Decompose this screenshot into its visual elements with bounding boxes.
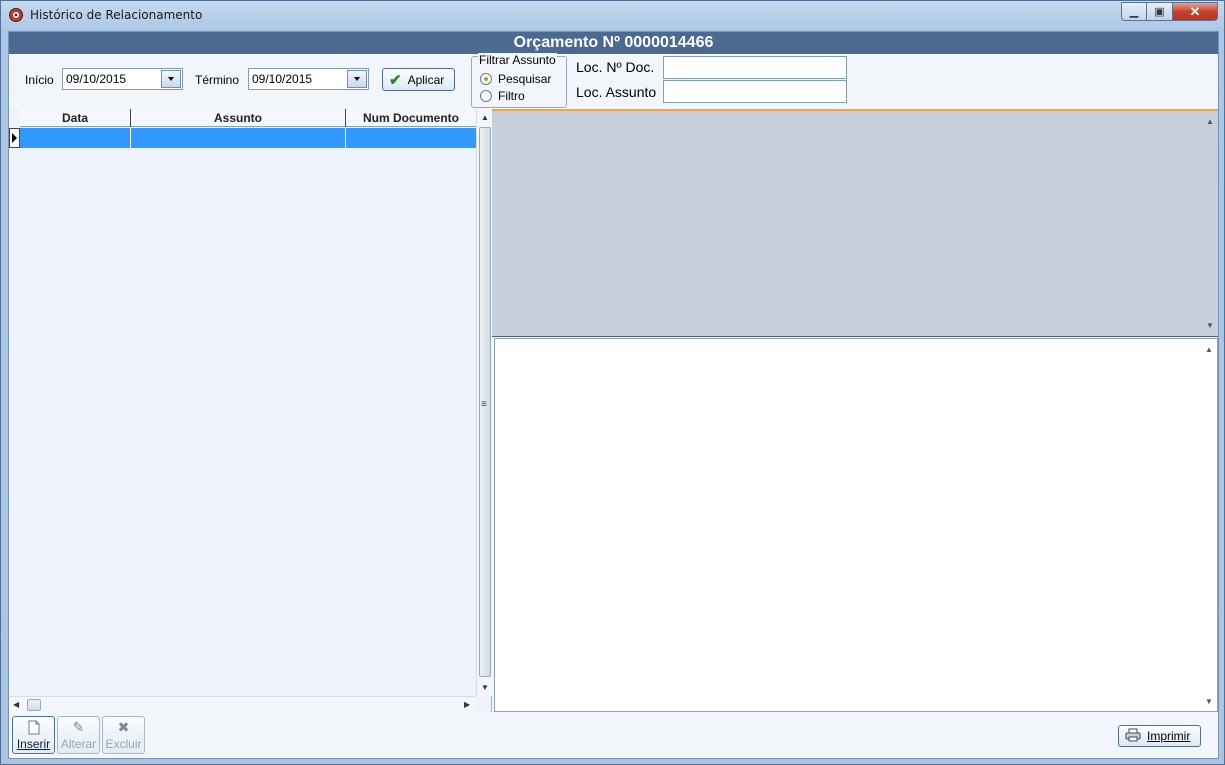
grid-horizontal-scrollbar[interactable]: ◀ ▶ bbox=[9, 696, 476, 712]
excluir-label: Excluir bbox=[105, 737, 142, 751]
inicio-label: Início bbox=[25, 73, 54, 87]
edit-pencil-icon: ✎ bbox=[72, 718, 85, 735]
table-cell[interactable] bbox=[20, 128, 131, 148]
maximize-icon: ▣ bbox=[1154, 6, 1165, 18]
inicio-date-value: 09/10/2015 bbox=[66, 72, 127, 86]
minimize-button[interactable]: ▁ bbox=[1121, 2, 1147, 21]
maximize-button[interactable]: ▣ bbox=[1147, 2, 1173, 21]
calendar-dropdown-icon[interactable] bbox=[161, 70, 181, 88]
group-title: Filtrar Assunto bbox=[478, 53, 557, 67]
grid-header: Data Assunto Num Documento bbox=[20, 109, 476, 127]
inserir-button[interactable]: Inserir bbox=[12, 716, 55, 754]
detail-text-pane[interactable]: ▲ ▼ bbox=[494, 338, 1218, 712]
grip-icon: ≡ bbox=[481, 399, 487, 410]
scroll-up-icon[interactable]: ▲ bbox=[1206, 117, 1214, 126]
scroll-down-icon[interactable]: ▼ bbox=[481, 683, 489, 692]
imprimir-label: Imprimir bbox=[1147, 729, 1191, 743]
inicio-date-field[interactable]: 09/10/2015 bbox=[62, 68, 183, 90]
history-grid[interactable]: Data Assunto Num Documento ▲ ≡ ▼ ◀ ▶ bbox=[9, 109, 492, 712]
table-cell[interactable] bbox=[131, 128, 346, 148]
row-indicator-icon bbox=[9, 128, 20, 148]
loc-doc-label: Loc. Nº Doc. bbox=[576, 59, 655, 75]
window-title: Histórico de Relacionamento bbox=[30, 8, 203, 22]
scroll-down-icon[interactable]: ▼ bbox=[1205, 697, 1213, 706]
alterar-label: Alterar bbox=[60, 737, 97, 751]
termino-date-field[interactable]: 09/10/2015 bbox=[248, 68, 369, 90]
filtrar-assunto-group: Filtrar Assunto Pesquisar Filtro bbox=[471, 53, 567, 108]
grid-vertical-scrollbar[interactable]: ▲ ≡ ▼ bbox=[476, 109, 492, 696]
termino-date-value: 09/10/2015 bbox=[252, 72, 313, 86]
bottom-toolbar: Inserir ✎ Alterar ✖ Excluir Imprimir bbox=[9, 712, 1218, 758]
scroll-thumb[interactable] bbox=[27, 699, 41, 711]
radio-pesquisar-label: Pesquisar bbox=[498, 72, 552, 86]
client-area: Orçamento Nº 0000014466 Início 09/10/201… bbox=[8, 31, 1219, 759]
loc-doc-input[interactable] bbox=[663, 56, 847, 79]
table-row[interactable] bbox=[9, 128, 476, 148]
detail-header-pane[interactable]: ▲ ▼ bbox=[492, 109, 1218, 337]
aplicar-button[interactable]: ✔ Aplicar bbox=[382, 68, 455, 91]
new-document-icon bbox=[28, 717, 40, 737]
printer-icon bbox=[1125, 728, 1141, 745]
imprimir-button[interactable]: Imprimir bbox=[1118, 725, 1201, 747]
calendar-dropdown-icon[interactable] bbox=[347, 70, 367, 88]
column-header-num-documento[interactable]: Num Documento bbox=[346, 109, 476, 127]
minimize-icon: ▁ bbox=[1129, 6, 1139, 18]
radio-filtro-label: Filtro bbox=[498, 89, 525, 103]
title-bar[interactable]: Histórico de Relacionamento ▁ ▣ ✕ bbox=[1, 1, 1224, 30]
radio-unselected-icon bbox=[480, 90, 492, 102]
column-header-data[interactable]: Data bbox=[20, 109, 131, 127]
close-icon: ✕ bbox=[1189, 3, 1201, 19]
loc-assunto-label: Loc. Assunto bbox=[576, 84, 657, 100]
pane-scrollbar[interactable]: ▲ ▼ bbox=[1201, 339, 1217, 711]
scroll-left-icon[interactable]: ◀ bbox=[13, 700, 19, 709]
app-window: Histórico de Relacionamento ▁ ▣ ✕ Orçame… bbox=[0, 0, 1225, 765]
radio-pesquisar[interactable]: Pesquisar bbox=[480, 72, 551, 86]
termino-label: Término bbox=[195, 73, 240, 87]
scroll-right-icon[interactable]: ▶ bbox=[464, 700, 470, 709]
inserir-label: Inserir bbox=[16, 737, 51, 751]
radio-selected-icon bbox=[480, 73, 492, 85]
loc-assunto-input[interactable] bbox=[663, 80, 847, 103]
alterar-button[interactable]: ✎ Alterar bbox=[57, 716, 100, 754]
app-icon bbox=[9, 8, 23, 22]
scroll-up-icon[interactable]: ▲ bbox=[1205, 345, 1213, 354]
scroll-down-icon[interactable]: ▼ bbox=[1206, 321, 1214, 330]
page-title: Orçamento Nº 0000014466 bbox=[9, 32, 1218, 54]
scroll-up-icon[interactable]: ▲ bbox=[481, 113, 489, 122]
aplicar-label: Aplicar bbox=[407, 72, 445, 87]
checkmark-icon: ✔ bbox=[389, 71, 402, 89]
column-header-assunto[interactable]: Assunto bbox=[131, 109, 346, 127]
pane-scrollbar[interactable]: ▲ ▼ bbox=[1202, 111, 1218, 336]
excluir-button[interactable]: ✖ Excluir bbox=[102, 716, 145, 754]
radio-filtro[interactable]: Filtro bbox=[480, 89, 525, 103]
delete-x-icon: ✖ bbox=[117, 718, 130, 735]
close-button[interactable]: ✕ bbox=[1173, 2, 1218, 21]
table-cell[interactable] bbox=[346, 128, 476, 148]
